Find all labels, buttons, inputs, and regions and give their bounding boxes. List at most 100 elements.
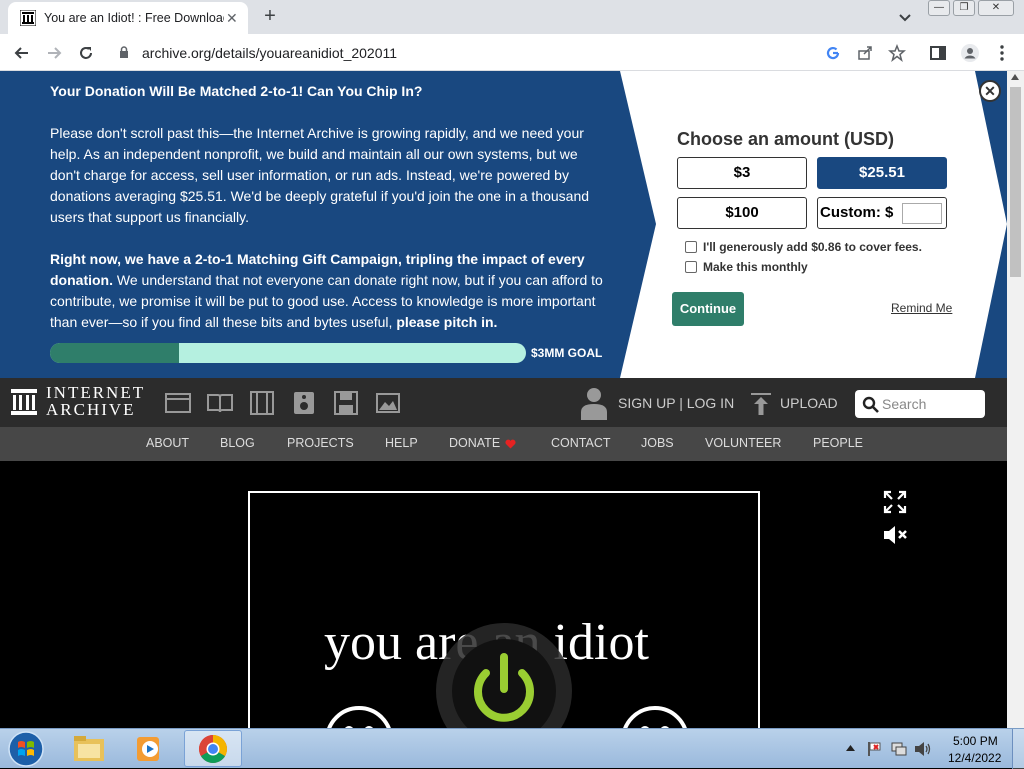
video-theater: you are an idiot <box>0 461 1007 728</box>
heart-icon <box>505 439 516 449</box>
continue-button[interactable]: Continue <box>672 292 744 326</box>
subnav-contact[interactable]: CONTACT <box>551 436 611 450</box>
monthly-label: Make this monthly <box>703 260 808 274</box>
scrollbar-thumb[interactable] <box>1010 87 1021 277</box>
upload-link[interactable]: UPLOAD <box>780 395 838 411</box>
banner-paragraph-2-text: We understand that not everyone can dona… <box>50 272 603 330</box>
scroll-up-arrow-icon[interactable] <box>1011 74 1019 80</box>
audio-speaker-icon[interactable] <box>291 391 317 415</box>
network-icon[interactable] <box>891 741 907 757</box>
upload-icon[interactable] <box>750 392 772 416</box>
ia-logo-line2: ARCHIVE <box>46 400 136 419</box>
checkbox-icon[interactable] <box>685 261 697 273</box>
donation-banner: Your Donation Will Be Matched 2-to-1! Ca… <box>0 71 1007 378</box>
browser-tab-bar: You are an Idiot! : Free Download ✕ + — … <box>0 0 1024 34</box>
tab-search-chevron-icon[interactable] <box>896 8 914 26</box>
amount-25-51-button[interactable]: $25.51 <box>817 157 947 189</box>
images-icon[interactable] <box>375 391 401 415</box>
subnav-jobs[interactable]: JOBS <box>641 436 674 450</box>
lock-icon[interactable] <box>118 46 130 58</box>
web-page: Your Donation Will Be Matched 2-to-1! Ca… <box>0 71 1007 728</box>
banner-paragraph-2-end: please pitch in. <box>396 314 498 330</box>
fullscreen-icon[interactable] <box>883 490 907 514</box>
mute-speaker-icon[interactable] <box>882 523 908 547</box>
amount-100-button[interactable]: $100 <box>677 197 807 229</box>
donation-progress-fill <box>50 343 179 363</box>
new-tab-button[interactable]: + <box>260 6 280 26</box>
reload-icon[interactable] <box>76 43 96 63</box>
menu-kebab-icon[interactable] <box>992 43 1012 63</box>
banner-message: Your Donation Will Be Matched 2-to-1! Ca… <box>50 81 610 354</box>
address-bar[interactable]: archive.org/details/youareanidiot_202011 <box>106 38 916 67</box>
profile-avatar-icon[interactable] <box>960 43 980 63</box>
subnav-people[interactable]: PEOPLE <box>813 436 863 450</box>
banner-paragraph-1: Please don't scroll past this—the Intern… <box>50 125 590 225</box>
play-power-button-icon[interactable] <box>434 623 574 728</box>
cover-fees-label: I'll generously add $0.86 to cover fees. <box>703 240 922 254</box>
cover-fees-checkbox[interactable]: I'll generously add $0.86 to cover fees. <box>685 240 922 254</box>
clock-date[interactable]: 12/4/2022 <box>948 751 1001 765</box>
clock-time[interactable]: 5:00 PM <box>953 734 998 748</box>
subnav-about[interactable]: ABOUT <box>146 436 189 450</box>
ia-logo-line1: INTERNET <box>46 383 146 402</box>
file-explorer-icon[interactable] <box>72 734 106 764</box>
subnav-help[interactable]: HELP <box>385 436 418 450</box>
start-button-icon[interactable] <box>6 730 46 768</box>
restore-window-button[interactable]: ❐ <box>953 0 975 16</box>
action-center-flag-icon[interactable] <box>866 741 882 757</box>
user-avatar-icon[interactable] <box>580 386 608 420</box>
close-window-button[interactable]: ✕ <box>978 0 1014 16</box>
show-hidden-icons-arrow-icon[interactable] <box>846 744 855 751</box>
custom-amount-input[interactable] <box>902 203 942 224</box>
books-icon[interactable] <box>207 391 233 415</box>
smiley-face-icon <box>327 706 391 728</box>
share-icon[interactable] <box>856 44 874 62</box>
checkbox-icon[interactable] <box>685 241 697 253</box>
volume-icon[interactable] <box>914 741 932 757</box>
browser-tab[interactable]: You are an Idiot! : Free Download ✕ <box>8 2 248 34</box>
web-icon[interactable] <box>165 391 191 415</box>
ia-logo-text[interactable]: INTERNET ARCHIVE <box>46 384 145 418</box>
google-icon[interactable] <box>824 44 842 62</box>
goal-label: $3MM GOAL <box>531 346 603 360</box>
amount-3-button[interactable]: $3 <box>677 157 807 189</box>
media-player-icon[interactable] <box>134 734 166 764</box>
chrome-taskbar-button[interactable] <box>184 730 242 767</box>
video-film-icon[interactable] <box>249 391 275 415</box>
browser-toolbar: archive.org/details/youareanidiot_202011 <box>0 34 1024 71</box>
subnav-projects[interactable]: PROJECTS <box>287 436 354 450</box>
tab-close-icon[interactable]: ✕ <box>226 10 238 27</box>
custom-amount-field[interactable]: Custom: $ <box>817 197 947 229</box>
url-text: archive.org/details/youareanidiot_202011 <box>142 45 398 61</box>
subnav-volunteer[interactable]: VOLUNTEER <box>705 436 781 450</box>
search-placeholder: Search <box>882 396 927 412</box>
side-panel-icon[interactable] <box>928 43 948 63</box>
back-arrow-icon[interactable] <box>12 43 32 63</box>
smiley-face-icon <box>623 706 687 728</box>
subnav-blog[interactable]: BLOG <box>220 436 255 450</box>
search-icon[interactable] <box>862 396 879 413</box>
choose-amount-heading: Choose an amount (USD) <box>677 129 895 149</box>
close-banner-button[interactable]: ✕ <box>979 80 1001 102</box>
archive-favicon-icon <box>20 10 36 26</box>
signup-login-link[interactable]: SIGN UP | LOG IN <box>618 395 734 411</box>
search-input[interactable]: Search <box>855 390 985 418</box>
archive-logo-icon[interactable] <box>10 388 38 416</box>
tab-title: You are an Idiot! : Free Download <box>44 11 224 25</box>
banner-heading: Your Donation Will Be Matched 2-to-1! Ca… <box>50 83 423 99</box>
remind-me-link[interactable]: Remind Me <box>891 301 952 315</box>
ia-sub-nav: ABOUT BLOG PROJECTS HELP DONATE CONTACT … <box>0 427 1007 461</box>
forward-arrow-icon[interactable] <box>44 43 64 63</box>
monthly-checkbox[interactable]: Make this monthly <box>685 260 808 274</box>
page-scrollbar[interactable] <box>1007 71 1024 728</box>
windows-taskbar: 5:00 PM 12/4/2022 <box>0 728 1024 769</box>
bookmark-star-icon[interactable] <box>888 44 906 62</box>
banner-paragraph-2: Right now, we have a 2-to-1 Matching Gif… <box>50 249 610 333</box>
video-player[interactable]: you are an idiot <box>248 491 760 728</box>
minimize-window-button[interactable]: — <box>928 0 950 16</box>
custom-amount-label: Custom: $ <box>820 204 894 221</box>
show-desktop-button[interactable] <box>1012 729 1024 769</box>
chrome-icon <box>199 735 227 763</box>
subnav-donate[interactable]: DONATE <box>449 436 500 450</box>
software-floppy-icon[interactable] <box>333 391 359 415</box>
